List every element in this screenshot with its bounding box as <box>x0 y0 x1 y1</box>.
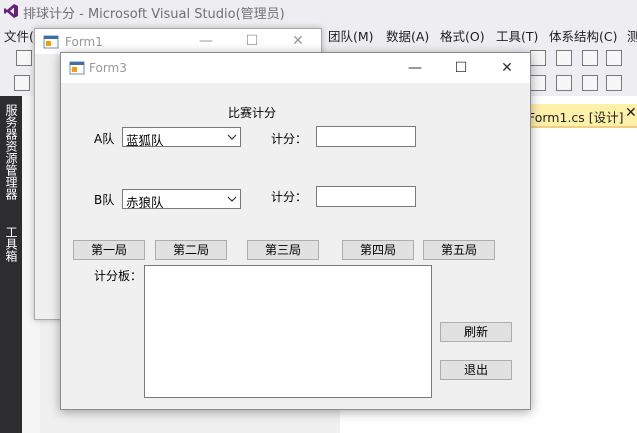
minimize-icon[interactable]: — <box>392 53 438 83</box>
round-4-button[interactable]: 第四局 <box>342 240 414 260</box>
form3-window[interactable]: Form3 — ☐ ✕ 比赛计分 A队 蓝狐队 计分： B队 赤狼队 计分： 第… <box>60 52 531 410</box>
team-a-score-input[interactable] <box>316 126 416 147</box>
lock-controls-icon[interactable] <box>606 75 622 91</box>
refresh-button[interactable]: 刷新 <box>440 322 512 342</box>
form3-title-bar[interactable]: Form3 — ☐ ✕ <box>61 53 530 83</box>
chevron-down-icon <box>227 196 237 202</box>
team-b-combobox[interactable]: 赤狼队 <box>122 189 241 210</box>
ide-title-bar: 排球计分 - Microsoft Visual Studio(管理员) <box>0 0 637 22</box>
team-b-selected-value: 赤狼队 <box>126 195 164 210</box>
new-project-icon[interactable] <box>16 50 32 66</box>
minimize-icon[interactable]: — <box>183 29 229 54</box>
team-b-label: B队 <box>94 193 115 207</box>
size-icon[interactable] <box>582 50 598 66</box>
team-a-score-label: 计分： <box>271 132 308 146</box>
ide-title: 排球计分 - Microsoft Visual Studio(管理员) <box>23 7 285 22</box>
visual-studio-logo-icon <box>4 4 18 18</box>
form-icon <box>43 35 59 49</box>
menu-file[interactable]: 文件( <box>4 26 34 45</box>
round-2-button[interactable]: 第二局 <box>155 240 227 260</box>
form1-title-bar[interactable]: Form1 — ☐ ✕ <box>35 29 321 54</box>
toolbox-tab[interactable]: 工具箱 <box>2 226 20 262</box>
round-1-button[interactable]: 第一局 <box>73 240 145 260</box>
menu-test[interactable]: 测 <box>627 26 637 45</box>
order-icon[interactable] <box>530 75 546 91</box>
document-tab-form1-design[interactable]: Form1.cs [设计] ✕ <box>522 104 637 128</box>
exit-button[interactable]: 退出 <box>440 360 512 380</box>
align-icon[interactable] <box>530 50 546 66</box>
scoreboard-textbox[interactable] <box>144 265 432 398</box>
close-icon[interactable]: ✕ <box>484 53 530 83</box>
round-5-button[interactable]: 第五局 <box>423 240 495 260</box>
menu-team[interactable]: 团队(M) <box>328 26 374 45</box>
round-3-button[interactable]: 第三局 <box>247 240 319 260</box>
document-tab-label: Form1.cs [设计] <box>528 110 624 125</box>
team-a-label: A队 <box>94 132 115 146</box>
chevron-down-icon <box>227 134 237 140</box>
align-left-icon[interactable] <box>14 75 30 91</box>
maximize-icon[interactable]: ☐ <box>229 29 275 54</box>
team-b-score-label: 计分： <box>271 190 308 204</box>
close-icon[interactable]: ✕ <box>625 105 637 121</box>
team-a-selected-value: 蓝狐队 <box>126 133 164 148</box>
team-a-combobox[interactable]: 蓝狐队 <box>122 127 241 148</box>
form3-title: Form3 <box>89 61 127 75</box>
server-explorer-tab[interactable]: 服务器资源管理器 <box>2 104 20 200</box>
close-icon[interactable]: ✕ <box>275 29 321 54</box>
group-icon[interactable] <box>556 75 572 91</box>
scoreboard-label: 计分板： <box>94 269 143 283</box>
menu-tools[interactable]: 工具(T) <box>496 26 538 45</box>
team-b-score-input[interactable] <box>316 186 416 207</box>
page-title: 比赛计分 <box>228 106 277 120</box>
menu-format[interactable]: 格式(O) <box>440 26 485 45</box>
form1-title: Form1 <box>65 35 103 49</box>
ide-side-rail: 服务器资源管理器 工具箱 <box>0 96 22 433</box>
spacing-icon[interactable] <box>606 50 622 66</box>
form-icon <box>69 61 85 75</box>
maximize-icon[interactable]: ☐ <box>438 53 484 83</box>
layout-icon[interactable] <box>556 50 572 66</box>
menu-data[interactable]: 数据(A) <box>386 26 429 45</box>
tab-order-icon[interactable] <box>582 75 598 91</box>
menu-architecture[interactable]: 体系结构(C) <box>549 26 617 45</box>
